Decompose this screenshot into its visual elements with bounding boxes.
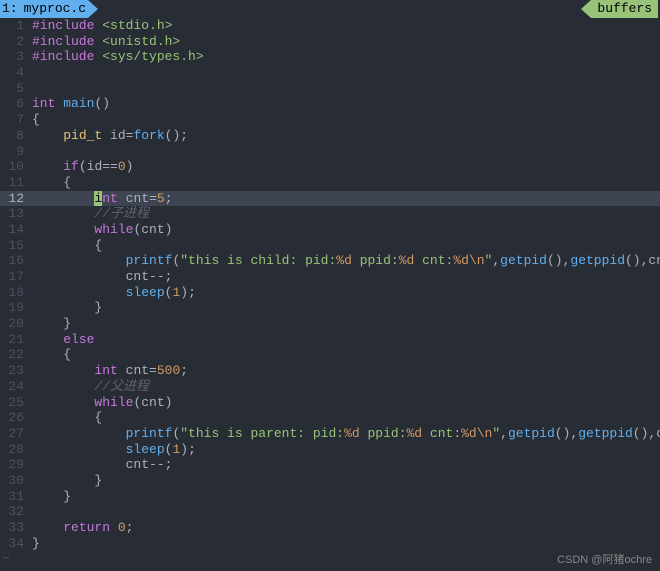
line-number: 25 [0, 395, 28, 411]
active-tab[interactable]: 1: myproc.c [0, 0, 98, 18]
line-number: 7 [0, 112, 28, 128]
code-line[interactable]: { [28, 410, 660, 426]
code-line[interactable]: } [28, 300, 660, 316]
buffers-label: buffers [591, 0, 658, 18]
code-line[interactable]: return 0; [28, 520, 660, 536]
line-number: 13 [0, 206, 28, 222]
code-line[interactable]: #include <unistd.h> [28, 34, 660, 50]
code-line[interactable]: { [28, 347, 660, 363]
tab-arrow-icon [88, 0, 98, 18]
line-number: 9 [0, 144, 28, 160]
code-line[interactable]: pid_t id=fork(); [28, 128, 660, 144]
code-line[interactable]: if(id==0) [28, 159, 660, 175]
line-number: 31 [0, 489, 28, 505]
code-line[interactable]: //子进程 [28, 206, 660, 222]
code-line[interactable] [28, 81, 660, 97]
line-number: 24 [0, 379, 28, 395]
line-number: 26 [0, 410, 28, 426]
line-number: 8 [0, 128, 28, 144]
line-number: 5 [0, 81, 28, 97]
line-number: 22 [0, 347, 28, 363]
code-line[interactable]: cnt--; [28, 457, 660, 473]
code-line[interactable]: int main() [28, 96, 660, 112]
line-number: 12 [0, 191, 28, 207]
line-number: 27 [0, 426, 28, 442]
line-number: 33 [0, 520, 28, 536]
buffers-indicator[interactable]: buffers [581, 0, 658, 18]
line-number: 16 [0, 253, 28, 269]
code-line[interactable]: { [28, 175, 660, 191]
code-line[interactable]: #include <stdio.h> [28, 18, 660, 34]
line-number: 29 [0, 457, 28, 473]
line-number: 34 [0, 536, 28, 552]
line-number: 14 [0, 222, 28, 238]
code-line[interactable]: } [28, 489, 660, 505]
line-number: 10 [0, 159, 28, 175]
line-number: 3 [0, 49, 28, 65]
code-line[interactable]: { [28, 112, 660, 128]
empty-line-tilde: ~ [0, 551, 10, 567]
code-line[interactable] [28, 504, 660, 520]
tab-index: 1: [0, 0, 22, 18]
line-number: 17 [0, 269, 28, 285]
buffers-arrow-icon [581, 0, 591, 18]
line-number: 21 [0, 332, 28, 348]
code-line[interactable]: } [28, 473, 660, 489]
current-line[interactable]: 12 int cnt=5; [0, 191, 660, 207]
line-number: 28 [0, 442, 28, 458]
code-editor[interactable]: 1#include <stdio.h> 2#include <unistd.h>… [0, 18, 660, 567]
code-line[interactable]: #include <sys/types.h> [28, 49, 660, 65]
tab-filename: myproc.c [22, 0, 88, 18]
tab-bar: 1: myproc.c buffers [0, 0, 660, 18]
line-number: 30 [0, 473, 28, 489]
code-line[interactable]: else [28, 332, 660, 348]
line-number: 20 [0, 316, 28, 332]
line-number: 11 [0, 175, 28, 191]
line-number: 2 [0, 34, 28, 50]
line-number: 32 [0, 504, 28, 520]
line-number: 4 [0, 65, 28, 81]
code-line[interactable]: int cnt=5; [28, 191, 660, 207]
code-line[interactable]: while(cnt) [28, 222, 660, 238]
code-line[interactable]: while(cnt) [28, 395, 660, 411]
line-number: 23 [0, 363, 28, 379]
line-number: 1 [0, 18, 28, 34]
code-line[interactable] [28, 65, 660, 81]
code-line[interactable]: cnt--; [28, 269, 660, 285]
code-line[interactable]: //父进程 [28, 379, 660, 395]
line-number: 19 [0, 300, 28, 316]
code-line[interactable]: } [28, 536, 660, 552]
code-line[interactable]: } [28, 316, 660, 332]
code-line[interactable]: int cnt=500; [28, 363, 660, 379]
line-number: 15 [0, 238, 28, 254]
code-line[interactable]: printf("this is parent: pid:%d ppid:%d c… [28, 426, 660, 442]
code-line[interactable]: printf("this is child: pid:%d ppid:%d cn… [28, 253, 660, 269]
code-line[interactable] [28, 144, 660, 160]
line-number: 18 [0, 285, 28, 301]
watermark: CSDN @阿猪ochre [557, 551, 652, 567]
line-number: 6 [0, 96, 28, 112]
code-line[interactable]: sleep(1); [28, 285, 660, 301]
code-line[interactable]: { [28, 238, 660, 254]
code-line[interactable]: sleep(1); [28, 442, 660, 458]
